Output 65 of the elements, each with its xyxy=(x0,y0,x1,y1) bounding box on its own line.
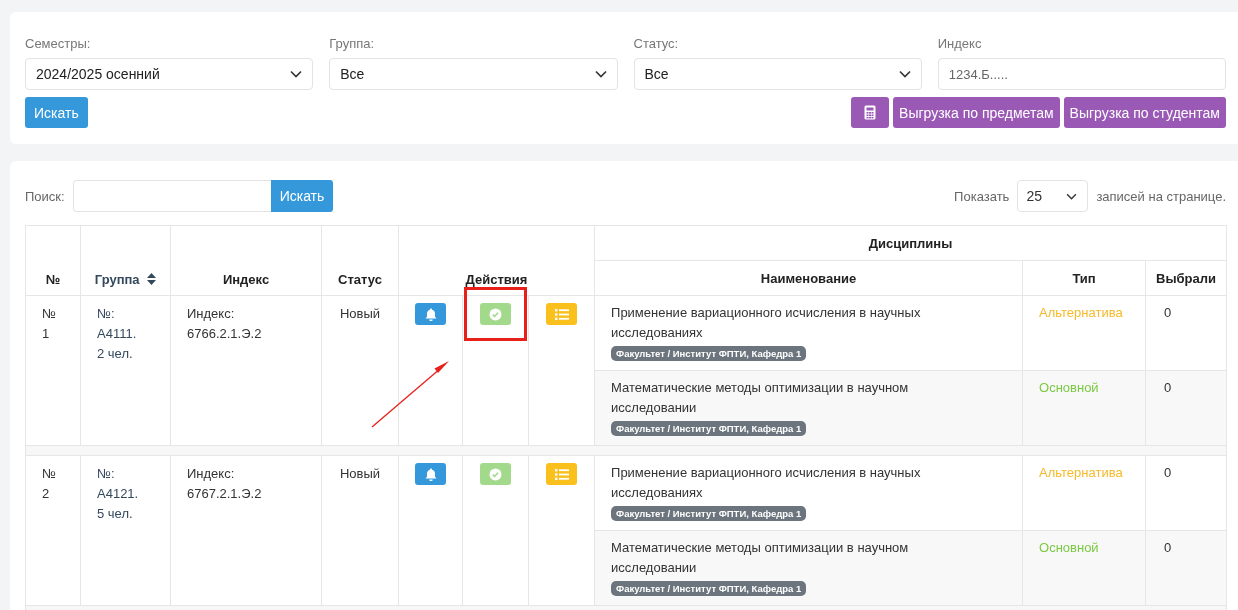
chevron-down-icon xyxy=(594,70,607,78)
index-text: Индекс: 6766.2.1.Э.2 xyxy=(187,305,263,343)
check-circle-icon xyxy=(489,307,502,321)
calculator-button[interactable] xyxy=(851,97,890,128)
export-button[interactable]: Выгрузка по студентам xyxy=(1063,97,1226,128)
export-button[interactable]: Выгрузка по предметам xyxy=(893,97,1060,128)
field-label: Группа: xyxy=(329,36,376,51)
page-size-dropdown[interactable]: 25 xyxy=(1017,180,1089,212)
search-field[interactable] xyxy=(72,180,271,212)
dropdown-field[interactable]: 2024/2025 осенний xyxy=(25,58,314,90)
discipline-name: Математические методы оптимизации в научном исследовании xyxy=(611,379,910,417)
column-header: Статус xyxy=(321,225,399,296)
field-label: Статус: xyxy=(633,36,680,51)
chosen-count: 0 xyxy=(1164,465,1172,480)
row-number: № 2 xyxy=(42,465,57,503)
status-text: Новый xyxy=(339,466,381,481)
discipline-name: Математические методы оптимизации в научном исследовании xyxy=(611,539,910,577)
status-text: Новый xyxy=(339,306,381,321)
row-number: № 1 xyxy=(42,305,57,343)
notify-button[interactable] xyxy=(415,463,446,485)
chosen-count: 0 xyxy=(1164,305,1172,320)
column-header: № xyxy=(25,225,81,296)
field-label: Семестры: xyxy=(25,36,92,51)
department-badge: Факультет / Институт ФПТИ, Кафедра 1 xyxy=(611,581,807,596)
column-header: Действия xyxy=(398,225,595,296)
list-button[interactable] xyxy=(546,303,577,325)
field-label: Индекс xyxy=(937,36,983,51)
calculator-icon xyxy=(864,105,877,120)
list-icon xyxy=(554,468,569,480)
column-header: Выбрали xyxy=(1145,260,1227,296)
column-header: Индекс xyxy=(170,225,322,296)
department-badge: Факультет / Институт ФПТИ, Кафедра 1 xyxy=(611,506,807,521)
chevron-down-icon xyxy=(290,70,303,78)
index-text: Индекс: 6767.2.1.Э.2 xyxy=(187,465,263,503)
bell-icon xyxy=(424,307,437,321)
index-input-field[interactable]: 1234.Б..... xyxy=(937,58,1226,90)
check-circle-icon xyxy=(489,467,502,481)
discipline-type: Основной xyxy=(1039,380,1099,395)
chosen-count: 0 xyxy=(1164,380,1172,395)
sortable-column-header[interactable]: Группа xyxy=(80,225,171,296)
chevron-down-icon xyxy=(898,70,911,78)
notify-button[interactable] xyxy=(415,303,446,325)
approve-button[interactable] xyxy=(480,303,511,325)
page-size-suffix: записей на странице. xyxy=(1096,188,1226,204)
discipline-type: Альтернатива xyxy=(1039,465,1123,480)
sort-icon xyxy=(147,273,157,285)
discipline-type: Альтернатива xyxy=(1039,305,1123,320)
chosen-count: 0 xyxy=(1164,540,1172,555)
dropdown-field[interactable]: Все xyxy=(329,58,618,90)
discipline-name: Применение вариационного исчисления в научных исследованиях xyxy=(611,464,922,502)
list-button[interactable] xyxy=(546,463,577,485)
column-group-header: Дисциплины xyxy=(594,225,1227,261)
discipline-name: Применение вариационного исчисления в научных исследованиях xyxy=(611,304,922,342)
bell-icon xyxy=(424,467,437,481)
chevron-down-icon xyxy=(1066,192,1078,200)
approve-button[interactable] xyxy=(480,463,511,485)
column-header: Наименование xyxy=(594,260,1023,296)
department-badge: Факультет / Институт ФПТИ, Кафедра 1 xyxy=(611,421,807,436)
department-badge: Факультет / Институт ФПТИ, Кафедра 1 xyxy=(611,346,807,361)
discipline-type: Основной xyxy=(1039,540,1099,555)
page-size-label: Показать xyxy=(954,188,1010,204)
search-label: Поиск: xyxy=(25,188,65,204)
list-icon xyxy=(554,308,569,320)
dropdown-field[interactable]: Все xyxy=(633,58,922,90)
column-header: Тип xyxy=(1022,260,1146,296)
